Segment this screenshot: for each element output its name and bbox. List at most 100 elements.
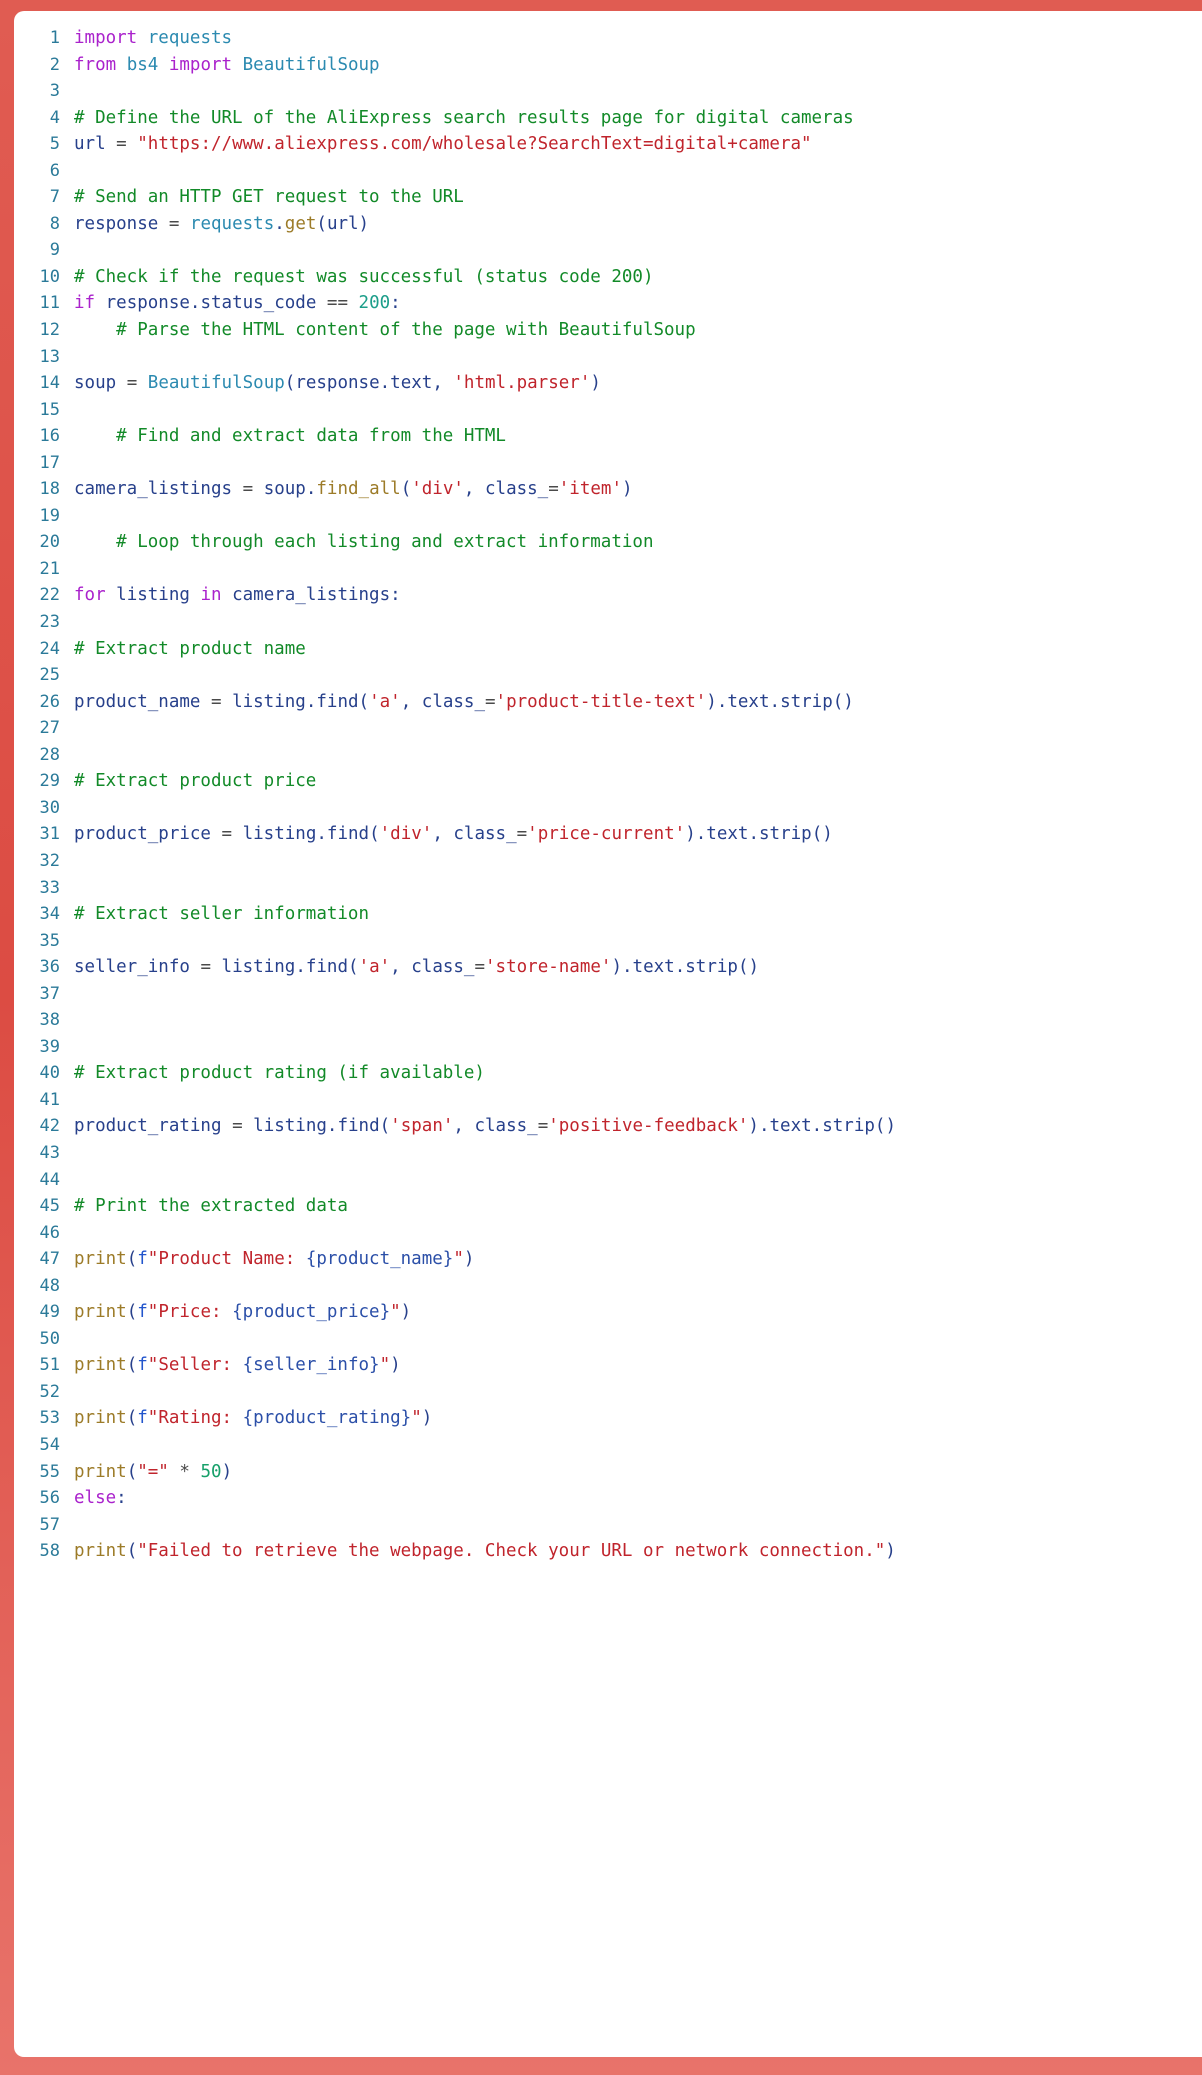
token-punctuation: . — [716, 691, 728, 712]
token-punctuation: . — [674, 957, 686, 978]
token-punctuation: ( — [348, 957, 359, 978]
line-content: print(f"Price: {product_price}") — [60, 1299, 411, 1326]
token-comment: # Extract product price — [74, 771, 317, 792]
code-line: 6 — [14, 158, 1202, 185]
token-string: " — [411, 1408, 422, 1429]
code-line: 53 print(f"Rating: {product_rating}") — [14, 1405, 1202, 1432]
token-identifier: text — [706, 824, 749, 845]
token-string: "Product Name: — [147, 1249, 306, 1270]
line-number: 29 — [39, 771, 60, 792]
code-line: 46 — [14, 1220, 1202, 1247]
token-punctuation: , — [400, 691, 422, 712]
token-number: 200 — [358, 293, 391, 314]
token-identifier: camera_listings — [74, 479, 233, 500]
line-content: # Extract seller information — [60, 901, 369, 928]
token-string: 'div' — [379, 824, 433, 845]
line-number: 45 — [39, 1196, 60, 1217]
token-punctuation: ) — [221, 1461, 233, 1482]
code-line: 5 url = "https://www.aliexpress.com/whole… — [14, 131, 1202, 158]
code-line: 24 # Extract product name — [14, 636, 1202, 663]
token-punctuation: . — [758, 1116, 770, 1137]
code-line: 52 — [14, 1379, 1202, 1406]
token-operator: = — [232, 1116, 243, 1137]
token-string: "=" — [137, 1461, 169, 1482]
line-number: 23 — [39, 612, 60, 633]
token-comment: # Check if the request was successful (s… — [74, 266, 654, 287]
token-whitespace — [253, 479, 264, 499]
token-punctuation: ) — [400, 1302, 412, 1323]
token-punctuation: . — [295, 957, 306, 978]
token-string: 'positive-feedback' — [548, 1116, 749, 1137]
token-punctuation: () — [832, 691, 854, 712]
token-operator: = — [116, 134, 127, 155]
token-punctuation: . — [316, 824, 327, 845]
line-number: 58 — [39, 1541, 60, 1562]
code-snippet-card: 1 import requests 2 from bs4 import Beautif… — [0, 0, 1202, 2075]
token-whitespace — [158, 214, 169, 234]
token-whitespace — [211, 957, 222, 977]
line-content: product_price = listing.find('div', clas… — [60, 821, 833, 848]
token-class-name: requests — [147, 28, 233, 48]
token-identifier: product_name — [74, 691, 201, 712]
token-keyword: from — [74, 54, 117, 75]
code-line: 57 — [14, 1512, 1202, 1539]
token-identifier: text — [769, 1116, 812, 1137]
token-punctuation: ) — [685, 824, 696, 845]
line-content: # Define the URL of the AliExpress searc… — [60, 105, 854, 132]
code-line: 11 if response.status_code == 200: — [14, 290, 1202, 317]
token-operator: = — [485, 691, 496, 712]
code-line: 25 — [14, 662, 1202, 689]
code-line: 23 — [14, 609, 1202, 636]
token-fstring-expression: {product_rating} — [242, 1408, 412, 1429]
code-line: 1 import requests — [14, 25, 1202, 52]
token-operator: = — [242, 479, 254, 500]
line-number: 34 — [39, 904, 60, 925]
code-line: 2 from bs4 import BeautifulSoup — [14, 52, 1202, 79]
token-operator: = — [548, 479, 559, 500]
code-line: 16 # Find and extract data from the HTML — [14, 423, 1202, 450]
token-punctuation: . — [811, 1116, 823, 1137]
token-operator: = — [537, 1116, 549, 1137]
line-number: 19 — [39, 505, 60, 526]
token-string: 'a' — [358, 957, 391, 978]
code-line: 22 for listing in camera_listings: — [14, 582, 1202, 609]
token-whitespace — [106, 134, 117, 154]
line-number: 14 — [39, 373, 60, 394]
token-identifier: product_rating — [74, 1116, 222, 1137]
token-identifier: soup — [74, 373, 117, 394]
token-fstring-prefix: f — [137, 1408, 148, 1429]
token-whitespace — [232, 55, 243, 75]
token-identifier: camera_listings — [232, 585, 391, 606]
line-number: 55 — [39, 1461, 60, 1482]
line-number: 20 — [39, 532, 60, 553]
line-number: 11 — [39, 293, 60, 314]
code-line: 49 print(f"Price: {product_price}") — [14, 1299, 1202, 1326]
token-whitespace — [179, 214, 190, 234]
token-comment: # Print the extracted data — [74, 1196, 348, 1217]
code-line: 31 product_price = listing.find('div', cl… — [14, 821, 1202, 848]
code-line: 51 print(f"Seller: {seller_info}") — [14, 1352, 1202, 1379]
token-identifier: text — [727, 691, 770, 712]
token-whitespace — [316, 293, 327, 313]
token-punctuation: ) — [463, 1249, 475, 1270]
line-number: 8 — [49, 213, 60, 234]
line-content: print(f"Rating: {product_rating}") — [60, 1405, 432, 1432]
token-whitespace — [137, 373, 148, 393]
token-punctuation: ( — [126, 1302, 138, 1323]
token-function: print — [74, 1408, 127, 1429]
code-line: 9 — [14, 237, 1202, 264]
line-number: 44 — [39, 1169, 60, 1190]
token-class-name: bs4 — [126, 54, 159, 75]
token-punctuation: , — [432, 824, 454, 845]
token-punctuation: : — [390, 293, 401, 314]
token-function: print — [74, 1541, 127, 1562]
line-number: 41 — [39, 1089, 60, 1110]
line-number: 28 — [39, 744, 60, 765]
code-line: 29 # Extract product price — [14, 768, 1202, 795]
code-line: 4 # Define the URL of the AliExpress sear… — [14, 105, 1202, 132]
line-content: print(f"Seller: {seller_info}") — [60, 1352, 401, 1379]
line-number: 1 — [49, 28, 60, 48]
token-punctuation: () — [811, 824, 833, 845]
token-punctuation: . — [326, 1116, 338, 1137]
token-whitespace — [116, 55, 127, 75]
